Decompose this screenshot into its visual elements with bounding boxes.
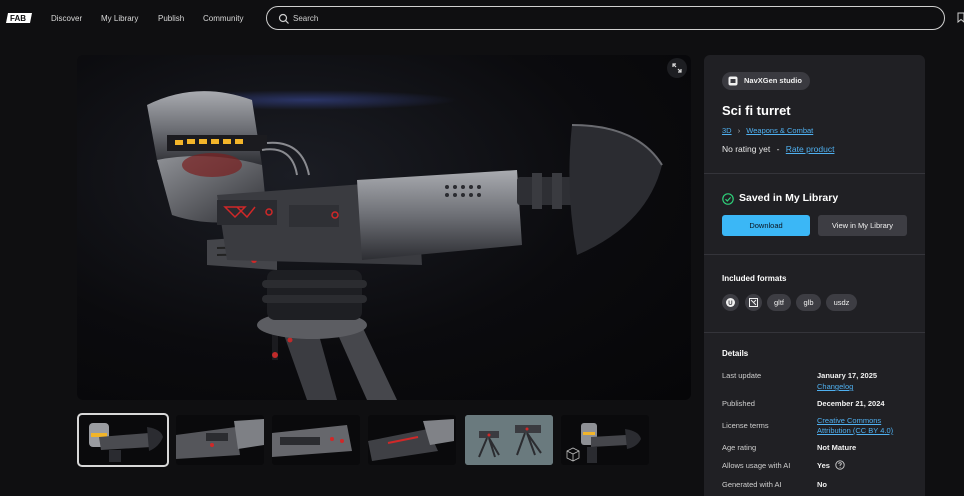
thumbnail-1[interactable] — [77, 413, 169, 467]
unity-logo-icon — [749, 298, 758, 307]
breadcrumb-3d[interactable]: 3D — [722, 126, 732, 135]
top-nav-bar: FAB Discover My Library Publish Communit… — [0, 0, 964, 36]
nav-my-library[interactable]: My Library — [101, 14, 138, 23]
studio-name: NavXGen studio — [744, 76, 802, 85]
published-label: Published — [722, 399, 755, 408]
license-label: License terms — [722, 421, 769, 430]
rating-text: No rating yet — [722, 144, 771, 154]
thumbnail-6[interactable] — [561, 415, 649, 465]
thumbnail-image — [566, 423, 641, 463]
search-icon — [278, 13, 289, 24]
formats-heading: Included formats — [722, 274, 787, 283]
divider — [704, 332, 925, 333]
rating-separator: - — [776, 144, 780, 154]
rate-product-link[interactable]: Rate product — [786, 144, 835, 154]
generated-ai-value: No — [817, 480, 827, 489]
rating-row: No rating yet - Rate product — [722, 144, 834, 154]
thumbnail-5[interactable] — [465, 415, 553, 465]
logo-text: FAB — [10, 14, 26, 23]
thumbnail-image — [272, 425, 352, 457]
nav-community[interactable]: Community — [203, 14, 243, 23]
thumbnail-image — [176, 419, 264, 459]
format-glb[interactable]: glb — [796, 294, 821, 311]
divider — [704, 173, 925, 174]
format-usdz[interactable]: usdz — [826, 294, 857, 311]
details-heading: Details — [722, 349, 749, 358]
last-update-label: Last update — [722, 371, 762, 380]
changelog-link[interactable]: Changelog — [817, 382, 853, 391]
product-title: Sci fi turret — [722, 103, 791, 118]
check-circle-icon — [722, 193, 734, 205]
published-value: December 21, 2024 — [817, 399, 885, 408]
product-hero-image[interactable] — [77, 55, 691, 400]
ai-usage-value: Yes — [817, 461, 830, 470]
unreal-icon: U — [726, 298, 735, 307]
unity-icon[interactable] — [745, 294, 762, 311]
expand-button[interactable] — [667, 58, 687, 78]
product-side-panel: NavXGen studio Sci fi turret 3D › Weapon… — [704, 55, 925, 496]
view-in-library-button[interactable]: View in My Library — [818, 215, 907, 236]
generated-ai-label: Generated with AI — [722, 480, 782, 489]
bookmark-icon[interactable] — [957, 12, 964, 23]
svg-text:U: U — [728, 301, 732, 307]
license-link-line-2[interactable]: Attribution (CC BY 4.0) — [817, 426, 893, 435]
studio-badge[interactable]: NavXGen studio — [722, 72, 810, 90]
thumbnail-2[interactable] — [176, 415, 264, 465]
thumbnail-3[interactable] — [272, 415, 360, 465]
expand-icon — [672, 63, 682, 73]
nav-publish[interactable]: Publish — [158, 14, 184, 23]
chevron-right-icon: › — [737, 126, 741, 135]
breadcrumb: 3D › Weapons & Combat — [722, 126, 813, 135]
search-input[interactable]: Search — [266, 6, 945, 30]
thumbnail-image — [465, 415, 553, 465]
turret-render — [147, 90, 663, 400]
thumbnail-image — [89, 423, 163, 462]
last-update-value: January 17, 2025 — [817, 371, 878, 380]
thumbnail-image — [368, 419, 454, 461]
unreal-engine-icon[interactable]: U — [722, 294, 739, 311]
saved-status: Saved in My Library — [739, 192, 839, 204]
download-button[interactable]: Download — [722, 215, 810, 236]
format-gltf[interactable]: gltf — [767, 294, 791, 311]
search-placeholder: Search — [293, 14, 319, 23]
license-link-line-1[interactable]: Creative Commons — [817, 416, 881, 425]
age-rating-label: Age rating — [722, 443, 757, 452]
breadcrumb-weapons-combat[interactable]: Weapons & Combat — [746, 126, 813, 135]
ai-usage-label: Allows usage with AI — [722, 461, 791, 470]
divider — [704, 254, 925, 255]
studio-avatar-icon — [728, 76, 738, 86]
fab-logo[interactable]: FAB — [6, 10, 34, 26]
help-icon[interactable] — [835, 460, 845, 470]
nav-discover[interactable]: Discover — [51, 14, 82, 23]
3d-cube-icon — [566, 447, 580, 462]
thumbnail-4[interactable] — [368, 415, 456, 465]
age-rating-value: Not Mature — [817, 443, 857, 452]
